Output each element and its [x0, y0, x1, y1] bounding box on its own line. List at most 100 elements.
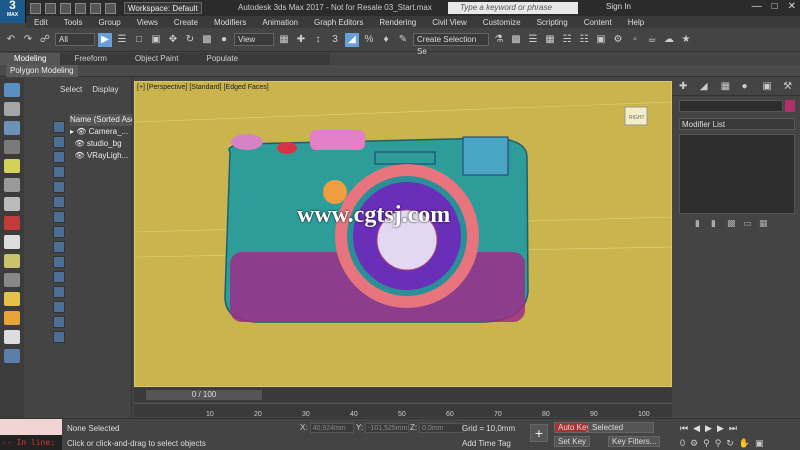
filter-shapes-icon[interactable] [53, 136, 65, 148]
goto-start-icon[interactable]: ⏮ [680, 423, 688, 434]
menu-item-rendering[interactable]: Rendering [371, 18, 424, 27]
save-file-icon[interactable] [60, 2, 71, 14]
modify-icon[interactable] [4, 102, 20, 116]
filter-hidden-icon[interactable] [53, 286, 65, 298]
undo-icon[interactable] [75, 2, 86, 14]
tree-item-studio-bg[interactable]: 👁 studio_bg [70, 138, 132, 150]
maxscript-output[interactable]: -- In line: [0, 435, 62, 450]
sign-in-button[interactable]: Sign In [606, 2, 631, 11]
tree-header[interactable]: Name (Sorted Ascer [70, 114, 132, 126]
render-icon[interactable]: ☕ [645, 33, 659, 47]
camera-icon[interactable] [4, 216, 20, 230]
tab-display[interactable]: Display [92, 85, 118, 94]
x-value[interactable]: 40,924mm [309, 423, 354, 433]
lock-icon[interactable] [4, 330, 20, 344]
modifier-list-dropdown[interactable]: Modifier List [679, 118, 795, 130]
filter-xrefs-icon[interactable] [53, 226, 65, 238]
percent-snap-icon[interactable]: % [362, 33, 376, 47]
place-icon[interactable]: ● [217, 33, 231, 47]
filter-bones-icon[interactable] [53, 241, 65, 253]
perspective-viewport[interactable]: [+] [Perspective] [Standard] [Edged Face… [134, 81, 672, 387]
maximize-icon[interactable]: □ [772, 1, 778, 12]
named-selection-icon[interactable]: ✎ [396, 33, 410, 47]
keyboard-shortcut-icon[interactable]: ↕ [311, 33, 325, 47]
menu-item-civil-view[interactable]: Civil View [424, 18, 475, 27]
menu-item-group[interactable]: Group [90, 18, 128, 27]
filter-cameras-icon[interactable] [53, 166, 65, 178]
filter-helpers-icon[interactable] [53, 181, 65, 193]
menu-item-scripting[interactable]: Scripting [529, 18, 576, 27]
align-icon[interactable]: ▩ [509, 33, 523, 47]
render-setup-icon[interactable]: ⚙ [611, 33, 625, 47]
tree-item-vraylight[interactable]: 👁 VRayLigh... [70, 150, 132, 162]
menu-item-tools[interactable]: Tools [56, 18, 91, 27]
filter-invert-icon[interactable] [53, 331, 65, 343]
hierarchy-icon[interactable] [4, 121, 20, 135]
x-coord[interactable]: X: 40,924mm [300, 423, 354, 433]
create-tab-icon[interactable]: ✚ [679, 81, 690, 93]
redo-tool-icon[interactable]: ↷ [21, 33, 35, 47]
spinner-snap-icon[interactable]: ♦ [379, 33, 393, 47]
menu-item-customize[interactable]: Customize [475, 18, 529, 27]
modifier-stack[interactable] [679, 134, 795, 214]
time-slider-track[interactable]: 0 / 100 [134, 388, 672, 402]
show-end-result-icon[interactable]: ▮ [711, 218, 721, 228]
filter-none-icon[interactable] [53, 316, 65, 328]
open-file-icon[interactable] [45, 2, 56, 14]
render-frame-icon[interactable]: ▫ [628, 33, 642, 47]
cloth-icon[interactable] [4, 235, 20, 249]
modify-tab-icon[interactable]: ◢ [700, 81, 711, 93]
motion-icon[interactable] [4, 140, 20, 154]
y-value[interactable]: -101,525mm [365, 423, 410, 433]
app-logo[interactable]: 3 MAX [0, 0, 26, 23]
orbit-icon[interactable]: ↻ [726, 438, 734, 449]
set-key-button[interactable]: Set Key [554, 436, 591, 447]
filter-spacewarps-icon[interactable] [53, 196, 65, 208]
utilities-tab-icon[interactable]: ⚒ [783, 81, 794, 93]
search-input[interactable]: Type a keyword or phrase [448, 2, 578, 14]
selection-filter-dropdown[interactable]: All [55, 33, 95, 46]
tab-populate[interactable]: Populate [193, 53, 253, 65]
menu-item-graph-editors[interactable]: Graph Editors [306, 18, 371, 27]
select-object-icon[interactable]: ▶ [98, 32, 112, 47]
configure-sets-icon[interactable]: ▦ [759, 218, 769, 228]
window-crossing-icon[interactable]: ▣ [149, 33, 163, 47]
play-icon[interactable]: ▶ [705, 423, 712, 434]
add-time-tag[interactable]: Add Time Tag [462, 439, 511, 448]
snap-3d-icon[interactable]: 3 [328, 33, 342, 47]
key-selected-dropdown[interactable]: Selected [588, 422, 654, 433]
track-bar[interactable]: 10 20 30 40 50 60 70 80 90 100 [134, 403, 672, 418]
link-icon[interactable]: ☍ [38, 33, 52, 47]
tab-object-paint[interactable]: Object Paint [121, 53, 193, 65]
maximize-viewport-icon[interactable]: ▣ [755, 438, 764, 449]
menu-item-modifiers[interactable]: Modifiers [206, 18, 254, 27]
pivot-icon[interactable]: ▦ [277, 33, 291, 47]
menu-item-create[interactable]: Create [166, 18, 206, 27]
current-frame-field[interactable]: 0 [680, 438, 685, 449]
filter-all-icon[interactable] [53, 301, 65, 313]
named-selection-dropdown[interactable]: Create Selection Se [413, 33, 489, 56]
prev-frame-icon[interactable]: ◀ [693, 423, 700, 434]
motion-tab-icon[interactable]: ● [741, 81, 752, 93]
project-icon[interactable] [105, 2, 116, 14]
y-coord[interactable]: Y: -101,525mm [356, 423, 410, 433]
zoom-all-icon[interactable]: ⚲ [715, 438, 722, 449]
remove-modifier-icon[interactable]: ▭ [743, 218, 753, 228]
new-file-icon[interactable] [30, 2, 41, 14]
select-by-name-icon[interactable]: ☰ [115, 33, 129, 47]
tab-freeform[interactable]: Freeform [60, 53, 120, 65]
sun-icon[interactable] [4, 311, 20, 325]
select-manipulate-icon[interactable]: ✚ [294, 33, 308, 47]
snow-icon[interactable] [4, 349, 20, 363]
graphite-icon[interactable] [4, 197, 20, 211]
reference-coord-dropdown[interactable]: View [234, 33, 274, 46]
angle-snap-icon[interactable]: ◢ [345, 32, 359, 47]
curve-editor-icon[interactable]: ☵ [560, 33, 574, 47]
close-icon[interactable]: ✕ [788, 1, 796, 12]
render-cloud-icon[interactable]: ☁ [662, 33, 676, 47]
next-frame-icon[interactable]: ▶ [717, 423, 724, 434]
display-icon[interactable] [4, 159, 20, 173]
maxscript-input[interactable] [0, 419, 62, 435]
workspace-dropdown[interactable]: Workspace: Default [124, 2, 202, 14]
viewcube[interactable]: RIGHT [624, 106, 648, 126]
